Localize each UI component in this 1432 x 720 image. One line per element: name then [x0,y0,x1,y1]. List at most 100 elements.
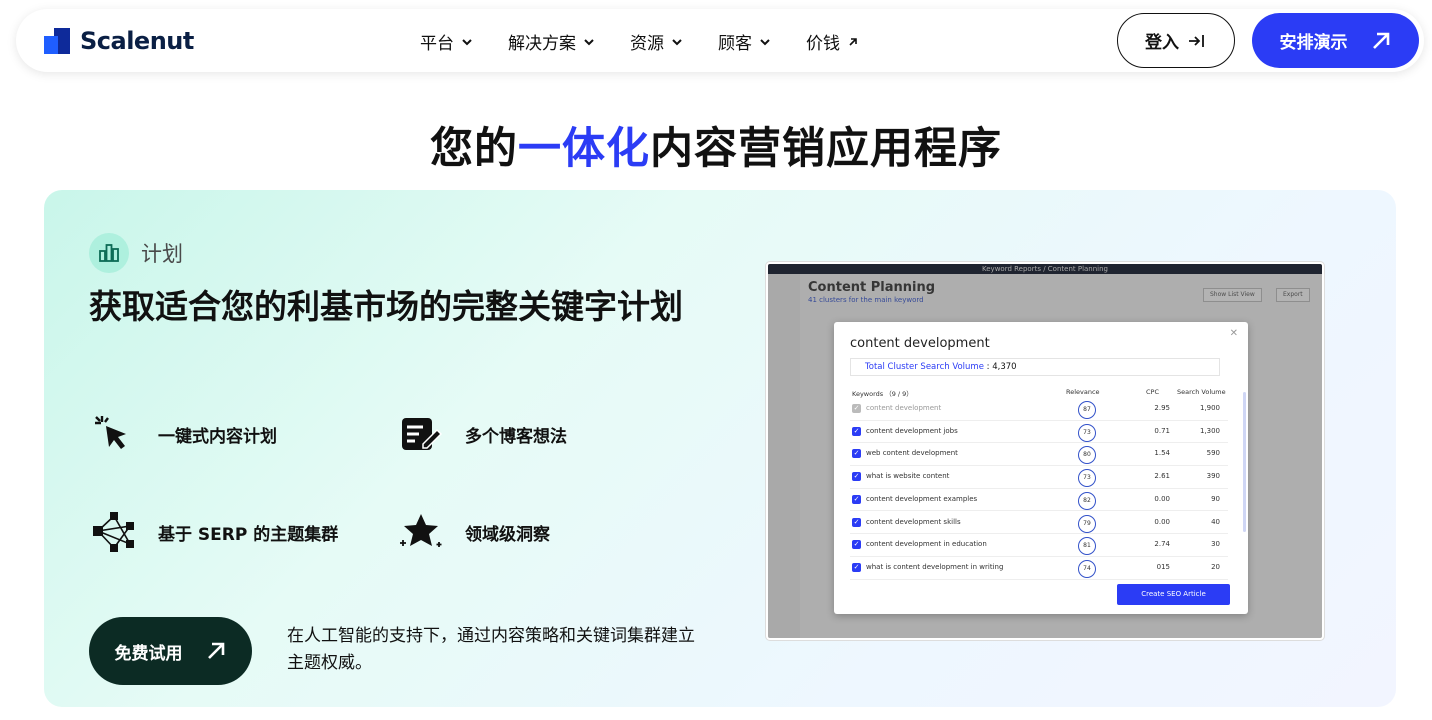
headline-accent: 一体化 [518,124,650,174]
keyword-cell: content development jobs [866,426,958,435]
cpc-cell: 0.00 [1154,494,1170,503]
search-volume-cell: 390 [1206,472,1220,481]
search-volume-cell: 1,900 [1199,404,1220,412]
menu-item-customers[interactable]: 顾客 [718,29,772,54]
keyword-cell: web content development [866,449,958,458]
cpc-cell: 0.00 [1154,517,1170,526]
keyword-cell: content development [866,404,942,412]
trial-description: 在人工智能的支持下，通过内容策略和关键词集群建立主题权威。 [287,626,695,674]
checkbox: ✓ [852,426,861,436]
menu-item-pricing[interactable]: 价钱 [806,29,860,54]
table-row: ✓ content development jobs 73 0.71 1,300 [850,421,1228,444]
create-seo-article-button: Create SEO Article [1117,584,1230,605]
sign-in-icon [1189,34,1204,47]
menu-item-label: 资源 [630,34,664,54]
checkbox: ✓ [852,404,861,413]
cpc-cell: 0.71 [1154,426,1170,435]
cpc-cell: 2.61 [1154,472,1170,481]
table-row: ✓ content development examples 82 0.00 90 [850,489,1228,512]
chevron-down-icon [672,38,682,45]
tag-label: 计划 [141,242,183,266]
logo[interactable]: Scalenut [44,27,194,55]
keyword-cell: content development examples [866,494,978,503]
cpc-cell: 2.95 [1154,404,1170,412]
search-volume-cell: 40 [1211,517,1220,526]
relevance-cell: 74 [1078,559,1096,578]
table-row: ✓ content development 87 2.95 1,900 [850,398,1228,421]
relevance-cell: 79 [1078,514,1096,533]
schedule-demo-button[interactable]: 安排演示 [1252,13,1419,68]
demo-label: 安排演示 [1279,33,1348,53]
cluster-network-icon [93,512,134,552]
screenshot-body: Content Planning 41 clusters for the mai… [768,274,1322,638]
table-row: ✓ what is content development in writing 7… [850,557,1228,580]
search-volume-cell: 20 [1211,562,1220,571]
relevance-cell: 81 [1078,537,1096,556]
table-row: ✓ content development skills 79 0.00 40 [850,512,1228,535]
keyword-cell: what is content development in writing [866,562,1004,571]
feature-label: 多个博客想法 [465,426,567,447]
feature-item: 领域级洞察 [399,510,550,554]
feature-card: 计划 获取适合您的利基市场的完整关键字计划 一键式内容计划 多个博客想法 基于 … [44,190,1396,707]
relevance-cell: 73 [1078,469,1096,488]
section-tag: 计划 [89,233,183,273]
feature-item: 多个博客想法 [399,412,567,456]
login-label: 登入 [1145,33,1179,53]
chevron-down-icon [584,38,594,45]
checkbox: ✓ [852,517,861,527]
search-volume-cell: 1,300 [1199,426,1220,435]
search-volume-cell: 90 [1211,494,1220,503]
keyword-cell: what is website content [866,472,950,481]
chevron-down-icon [462,38,472,45]
col-relevance: Relevance [1066,388,1100,396]
checkbox: ✓ [852,540,861,550]
table-row: ✓ web content development 80 1.54 590 [850,443,1228,467]
menu-item-resources[interactable]: 资源 [630,29,684,54]
card-title: 获取适合您的利基市场的完整关键字计划 [89,287,683,326]
menu-item-label: 顾客 [718,34,752,54]
menu-item-label: 解决方案 [508,34,576,54]
menu-item-solutions[interactable]: 解决方案 [508,29,596,54]
cpc-cell: 2.74 [1154,540,1170,549]
feature-label: 一键式内容计划 [158,426,277,447]
screenshot-topbar: Keyword Reports / Content Planning [768,264,1322,274]
modal-scrollbar [1243,392,1246,532]
chevron-down-icon [760,38,770,45]
col-search-volume: Search Volume [1177,388,1226,396]
cursor-click-icon [95,416,126,449]
total-volume: Total Cluster Search Volume : 4,370 [850,358,1220,376]
main-menu: 平台 解决方案 资源 顾客 价钱 [420,29,860,54]
relevance-cell: 87 [1078,401,1096,419]
top-nav: Scalenut 平台 解决方案 资源 顾客 价钱 登入 安排演示 [16,9,1424,72]
headline-before: 您的 [430,124,518,174]
search-volume-cell: 30 [1211,540,1220,549]
checkbox: ✓ [852,494,861,504]
trial-label: 免费试用 [114,643,183,664]
notes-edit-icon [402,418,443,450]
menu-item-platform[interactable]: 平台 [420,29,474,54]
checkbox: ✓ [852,472,861,482]
cpc-cell: 1.54 [1154,449,1170,458]
feature-label: 基于 SERP 的主题集群 [158,524,339,545]
total-volume-value: 4,370 [992,362,1017,372]
col-keywords: Keywords （9 / 9） [852,390,913,398]
total-volume-label: Total Cluster Search Volume [865,362,984,372]
relevance-cell: 82 [1078,491,1096,510]
checkbox: ✓ [852,449,861,459]
free-trial-button[interactable]: 免费试用 [89,617,252,685]
relevance-cell: 73 [1078,423,1096,442]
feature-item: 基于 SERP 的主题集群 [92,510,338,554]
arrow-up-right-icon [1372,32,1389,49]
arrow-up-right-icon [207,642,224,659]
arrow-up-right-icon [849,37,857,46]
relevance-cell: 80 [1078,446,1096,465]
table-row: ✓ what is website content 73 2.61 390 [850,466,1228,489]
keyword-cell: content development in education [866,540,987,549]
headline-after: 内容营销应用程序 [650,124,1002,174]
page-headline: 您的一体化内容营销应用程序 [0,114,1432,176]
logo-text: Scalenut [80,27,194,55]
checkbox: ✓ [852,562,861,572]
keyword-cell: content development skills [866,517,961,526]
login-button[interactable]: 登入 [1117,13,1235,68]
scalenut-logo-icon [44,28,70,54]
